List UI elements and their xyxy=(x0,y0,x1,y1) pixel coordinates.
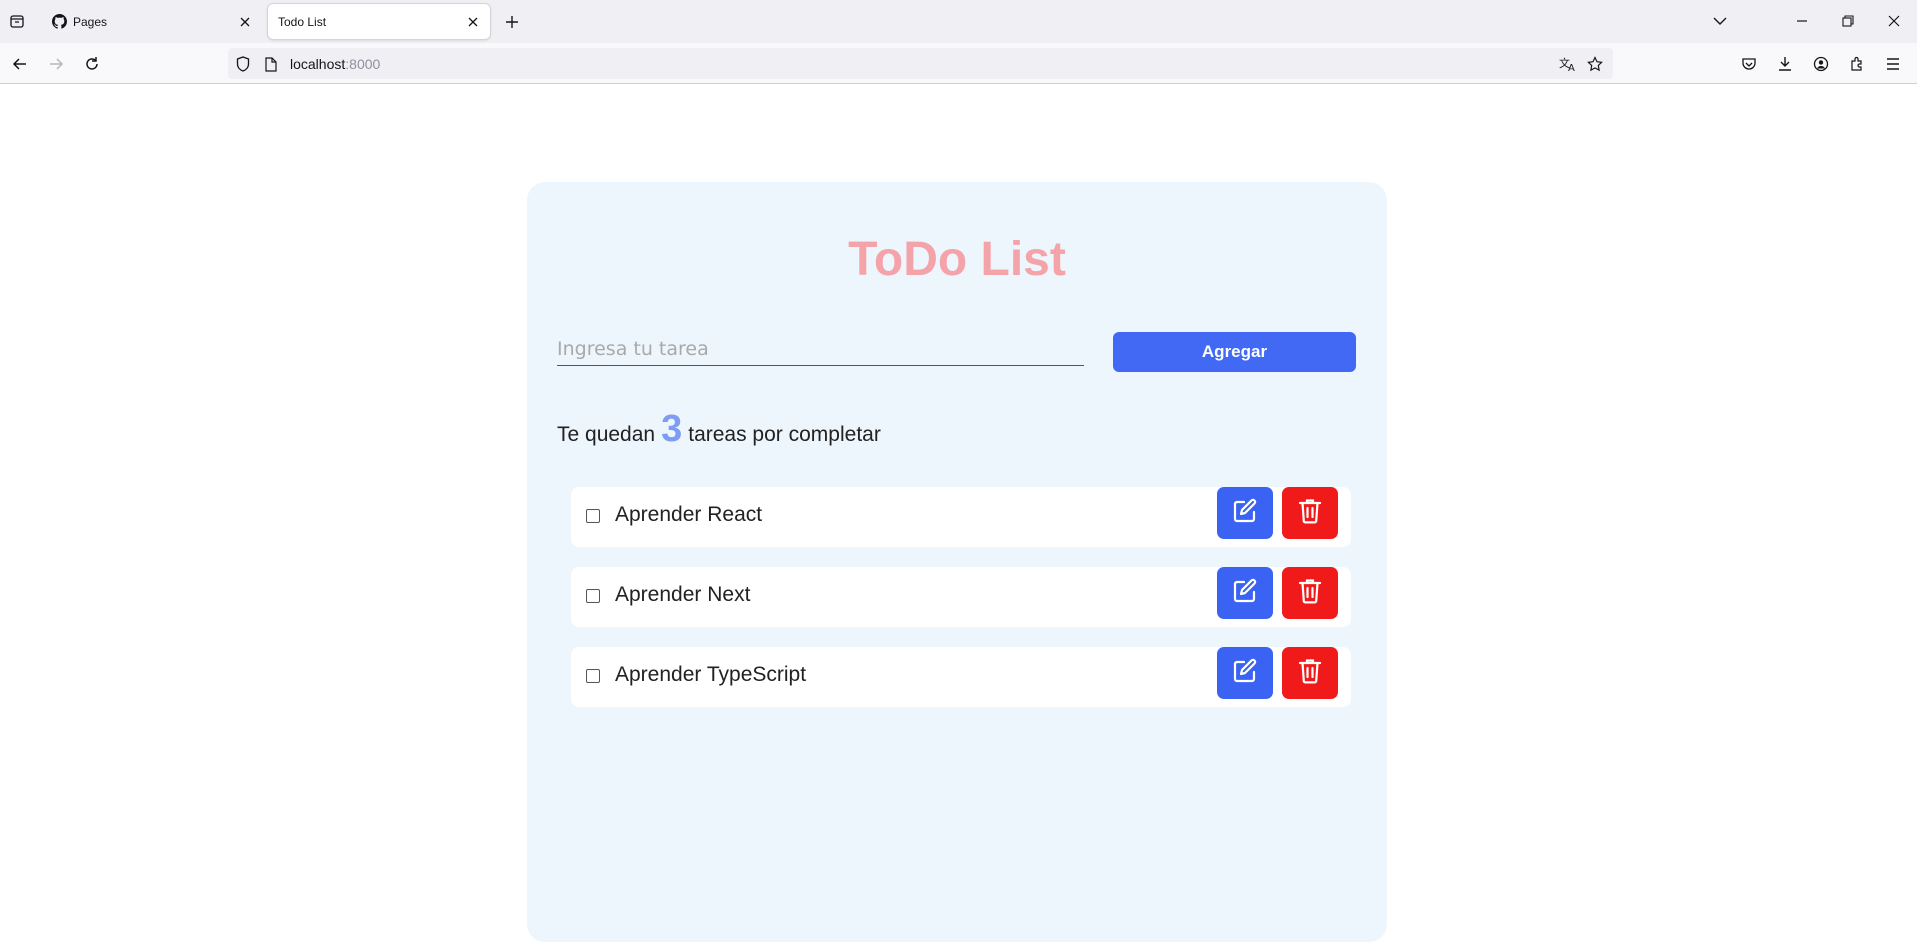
trash-icon xyxy=(1298,498,1322,529)
trash-icon xyxy=(1298,578,1322,609)
tab-title: Pages xyxy=(73,15,108,29)
todo-item: Aprender React xyxy=(571,487,1351,547)
pocket-icon[interactable] xyxy=(1737,52,1761,76)
todo-list: Aprender React Aprender Next Aprender Ty… xyxy=(571,487,1351,727)
remaining-prefix: Te quedan xyxy=(557,423,656,446)
remaining-count: 3 xyxy=(661,408,683,450)
list-all-tabs-icon[interactable] xyxy=(1706,8,1734,34)
bookmark-star-icon[interactable] xyxy=(1586,55,1604,73)
todo-checkbox[interactable] xyxy=(586,589,600,603)
todo-card: ToDo List Agregar Te quedan 3 tareas por… xyxy=(527,182,1387,942)
edit-icon xyxy=(1232,498,1258,529)
edit-button[interactable] xyxy=(1217,487,1273,539)
svg-text:A: A xyxy=(1568,63,1575,72)
todo-text: Aprender React xyxy=(615,503,763,526)
edit-icon xyxy=(1232,578,1258,609)
page-icon[interactable] xyxy=(262,55,280,73)
account-icon[interactable] xyxy=(1809,52,1833,76)
trash-icon xyxy=(1298,658,1322,689)
tab-title: Todo List xyxy=(278,15,327,29)
browser-tab-pages[interactable]: Pages xyxy=(42,4,262,39)
close-window-icon[interactable] xyxy=(1880,8,1908,34)
browser-tab-todo-list[interactable]: Todo List xyxy=(268,4,490,39)
reload-icon[interactable] xyxy=(80,52,104,76)
remaining-suffix: tareas por completar xyxy=(688,423,881,446)
todo-item: Aprender TypeScript xyxy=(571,647,1351,707)
forward-icon[interactable] xyxy=(44,52,68,76)
todo-text: Aprender Next xyxy=(615,583,751,606)
add-task-button[interactable]: Agregar xyxy=(1113,332,1356,372)
remaining-counter: Te quedan 3 tareas por completar xyxy=(557,408,881,451)
todo-checkbox[interactable] xyxy=(586,669,600,683)
restore-icon[interactable] xyxy=(1834,8,1862,34)
browser-nav-bar: localhost:8000 文A xyxy=(0,43,1917,84)
todo-text: Aprender TypeScript xyxy=(615,663,807,686)
page-title: ToDo List xyxy=(848,233,1066,286)
task-input[interactable] xyxy=(557,332,1084,366)
close-tab-icon[interactable] xyxy=(464,13,482,31)
delete-button[interactable] xyxy=(1282,487,1338,539)
github-icon xyxy=(52,14,67,29)
shield-icon[interactable] xyxy=(234,55,252,73)
browser-tab-bar: Pages Todo List xyxy=(0,0,1917,43)
translate-icon[interactable]: 文A xyxy=(1559,55,1577,73)
url-bar[interactable]: localhost:8000 文A xyxy=(228,48,1613,79)
url-host: localhost xyxy=(290,56,346,72)
edit-button[interactable] xyxy=(1217,647,1273,699)
extensions-icon[interactable] xyxy=(1845,52,1869,76)
todo-checkbox[interactable] xyxy=(586,509,600,523)
edit-icon xyxy=(1232,658,1258,689)
delete-button[interactable] xyxy=(1282,567,1338,619)
close-tab-icon[interactable] xyxy=(236,13,254,31)
new-tab-icon[interactable] xyxy=(500,10,524,34)
url-port: :8000 xyxy=(345,56,381,72)
minimize-icon[interactable] xyxy=(1788,8,1816,34)
back-icon[interactable] xyxy=(8,52,32,76)
edit-button[interactable] xyxy=(1217,567,1273,619)
todo-item: Aprender Next xyxy=(571,567,1351,627)
download-icon[interactable] xyxy=(1773,52,1797,76)
tab-overview-icon[interactable] xyxy=(6,10,28,32)
delete-button[interactable] xyxy=(1282,647,1338,699)
url-text: localhost:8000 xyxy=(290,56,380,72)
menu-icon[interactable] xyxy=(1881,52,1905,76)
